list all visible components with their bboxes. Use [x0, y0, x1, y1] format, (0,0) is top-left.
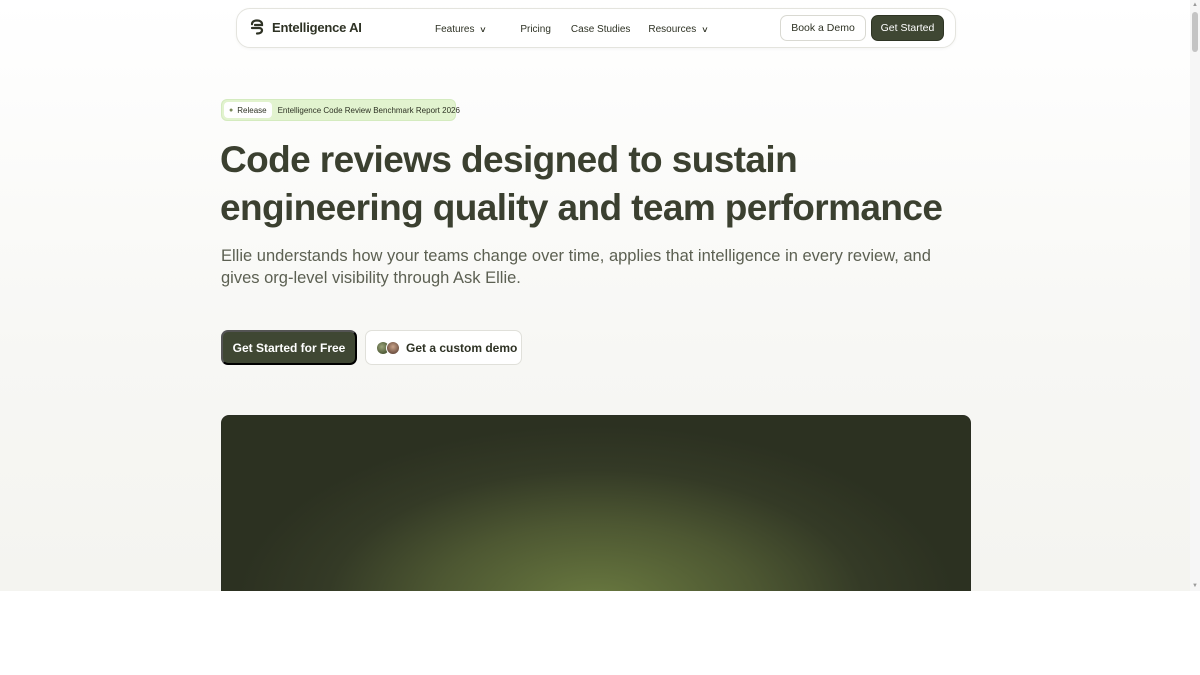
- scroll-down-icon[interactable]: ▼: [1190, 581, 1200, 591]
- book-demo-button[interactable]: Book a Demo: [780, 15, 866, 41]
- entelligence-logo-icon: [250, 19, 264, 35]
- logo-text: Entelligence AI: [272, 19, 362, 35]
- nav-link-case-studies[interactable]: Case Studies: [571, 24, 630, 35]
- nav-links: Features ∨ Pricing Case Studies Resource…: [435, 9, 709, 49]
- scrollbar-thumb[interactable]: [1192, 12, 1198, 52]
- custom-demo-button[interactable]: Get a custom demo: [365, 330, 522, 365]
- product-preview-panel: [221, 415, 971, 591]
- hero-subtitle: Ellie understands how your teams change …: [221, 247, 931, 287]
- logo[interactable]: Entelligence AI: [249, 19, 362, 35]
- dot-icon: ●: [229, 106, 234, 114]
- nav-link-resources[interactable]: Resources ∨: [648, 23, 709, 35]
- avatar-group: [376, 340, 400, 355]
- nav-link-label: Features: [435, 23, 475, 35]
- chevron-down-icon: ∨: [701, 24, 709, 34]
- custom-demo-label: Get a custom demo: [406, 340, 518, 355]
- release-tag-label: Release: [237, 105, 267, 115]
- hero-title: Code reviews designed to sustain enginee…: [220, 139, 943, 228]
- nav-link-label: Case Studies: [570, 23, 631, 35]
- nav-link-features[interactable]: Features ∨: [435, 23, 488, 35]
- chevron-down-icon: ∨: [479, 24, 488, 34]
- get-started-button[interactable]: Get Started: [871, 15, 944, 41]
- page-viewport: Entelligence AI Features ∨ Pricing Case …: [0, 0, 1190, 591]
- release-badge-text: Entelligence Code Review Benchmark Repor…: [277, 105, 460, 115]
- nav-link-label: Resources: [648, 23, 697, 35]
- page-scrollbar[interactable]: ▲ ▼: [1190, 0, 1200, 591]
- get-started-free-button[interactable]: Get Started for Free: [221, 330, 357, 365]
- top-navbar: Entelligence AI Features ∨ Pricing Case …: [236, 8, 956, 48]
- nav-link-pricing[interactable]: Pricing: [520, 24, 551, 35]
- nav-link-label: Pricing: [520, 23, 551, 35]
- scroll-up-icon[interactable]: ▲: [1190, 0, 1200, 10]
- avatar: [386, 340, 400, 355]
- release-badge[interactable]: ● Release Entelligence Code Review Bench…: [221, 99, 460, 121]
- release-tag: ● Release: [224, 102, 272, 118]
